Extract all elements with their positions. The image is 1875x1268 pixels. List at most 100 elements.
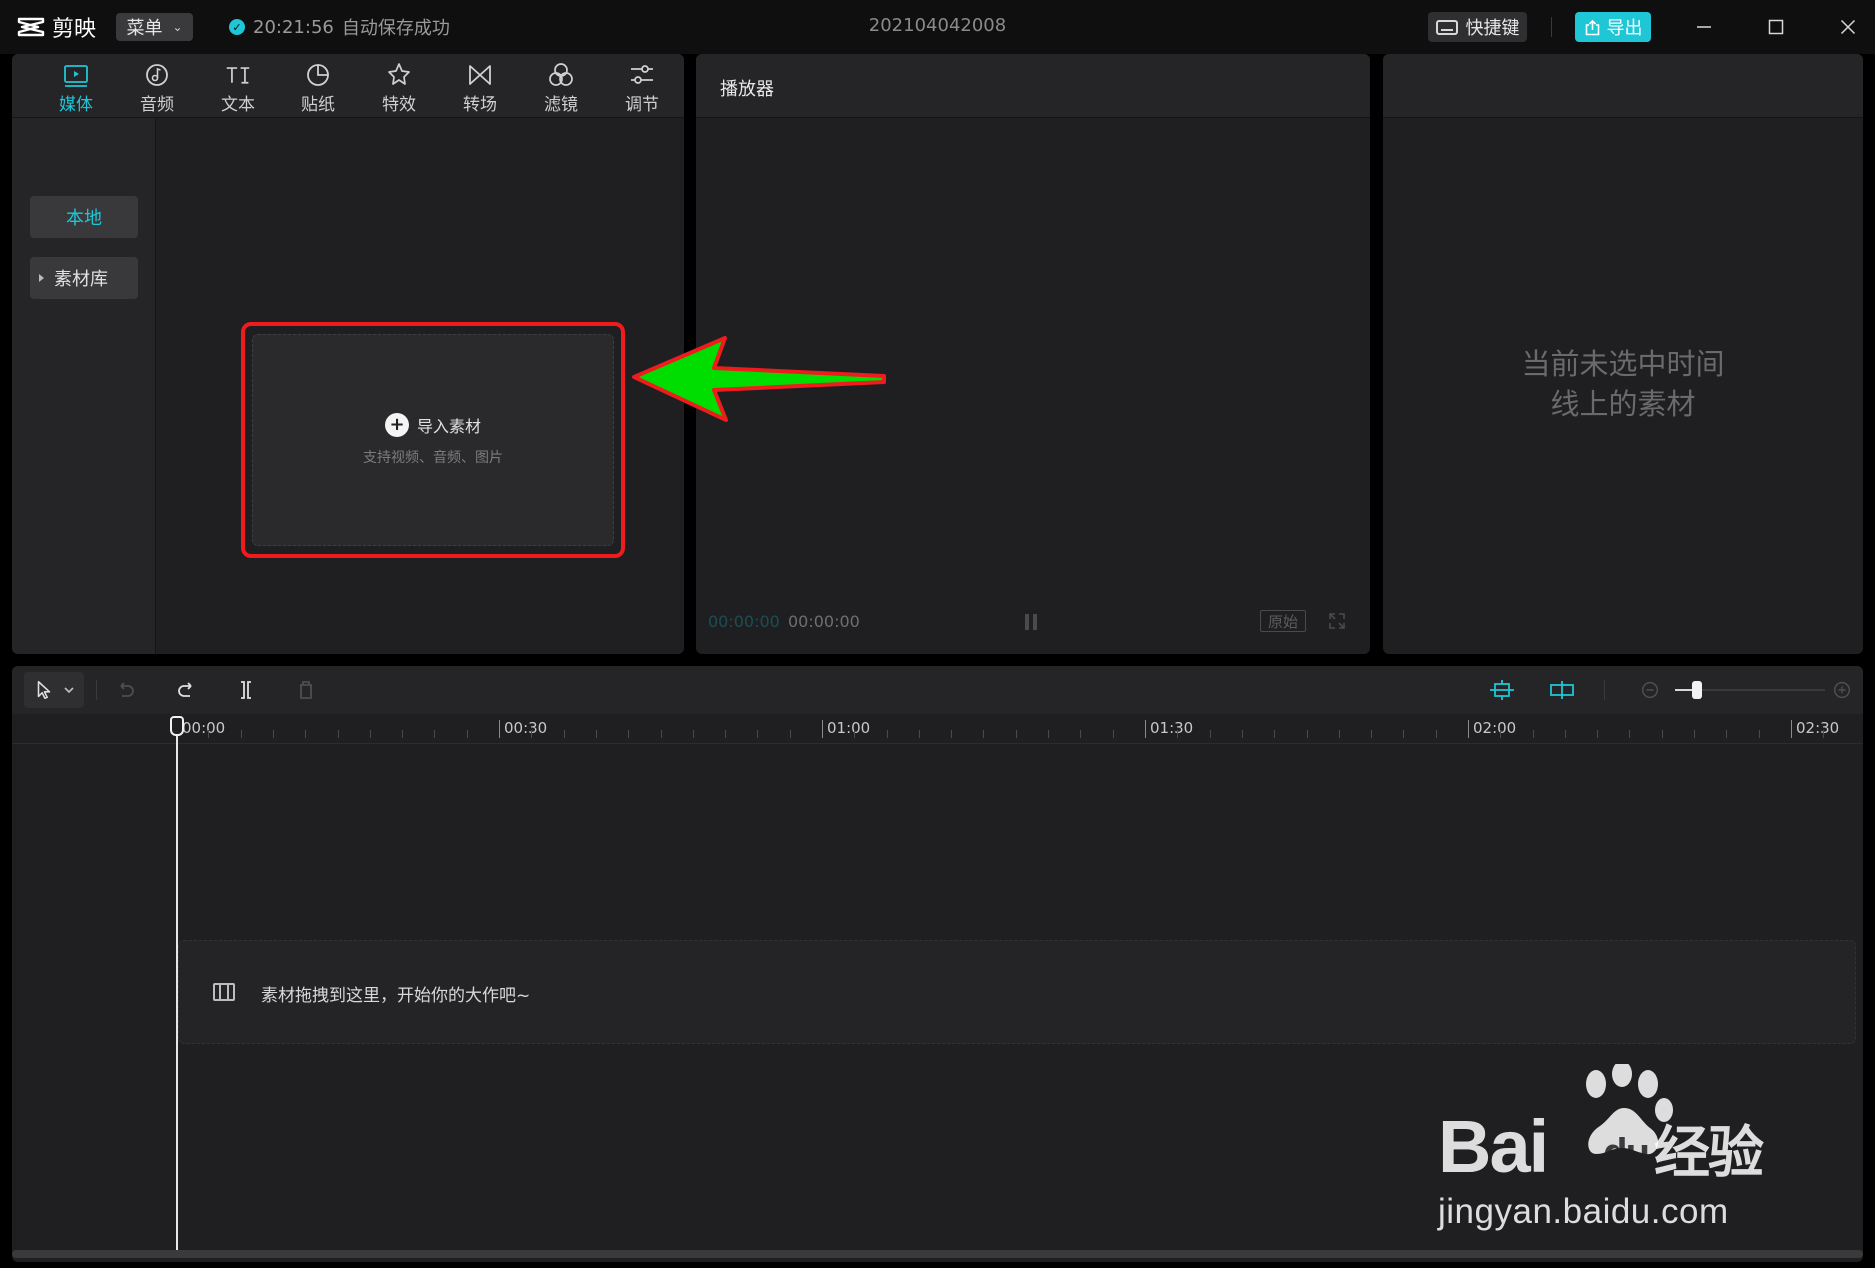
ruler-tick — [1371, 730, 1372, 738]
ruler-tick — [1533, 730, 1534, 738]
maximize-icon — [1768, 19, 1784, 35]
app-logo: 剪映 — [16, 12, 96, 42]
redo-icon — [178, 682, 192, 697]
playhead-handle[interactable] — [170, 716, 184, 736]
ruler-tick — [1145, 720, 1146, 738]
linkage-button[interactable] — [1548, 676, 1576, 704]
media-icon — [64, 65, 88, 87]
zoom-out-icon — [1641, 681, 1659, 699]
tab-transition[interactable]: 转场 — [450, 60, 510, 116]
split-icon — [241, 681, 251, 699]
zoom-slider-handle[interactable] — [1692, 681, 1702, 699]
pause-icon[interactable] — [1025, 614, 1039, 630]
zoom-in-icon — [1833, 681, 1851, 699]
tab-filter[interactable]: 滤镜 — [531, 60, 591, 116]
watermark-brand: Bai du 经验 — [1438, 1104, 1778, 1189]
ruler-tick — [1210, 730, 1211, 738]
ruler-tick — [983, 730, 984, 738]
tab-label: 贴纸 — [301, 95, 335, 115]
ruler-tick — [273, 730, 274, 738]
ruler-tick — [1177, 730, 1178, 738]
tab-label: 转场 — [463, 95, 497, 115]
tab-audio[interactable]: 音频 — [127, 60, 187, 116]
keyboard-icon — [1435, 19, 1458, 35]
tab-sticker[interactable]: 贴纸 — [288, 60, 348, 116]
menu-label: 菜单 — [126, 18, 163, 39]
ruler-tick — [1597, 730, 1598, 738]
trash-icon — [300, 681, 312, 699]
sidebar-item-library[interactable]: 素材库 — [30, 257, 138, 299]
zoom-out-button[interactable] — [1636, 676, 1664, 704]
transition-icon — [469, 65, 491, 85]
select-tool-button[interactable] — [24, 672, 84, 708]
ruler-label: 00:00 — [182, 719, 226, 737]
ruler-tick — [1694, 730, 1695, 738]
export-icon — [1585, 19, 1599, 35]
ruler-tick — [1468, 720, 1469, 738]
timeline-ruler[interactable]: 00:00 00:30 01:00 01:30 02:00 02:30 — [12, 714, 1863, 744]
ruler-tick — [1080, 730, 1081, 738]
drop-hint: 素材拖拽到这里，开始你的大作吧~ — [261, 986, 531, 1006]
tab-label: 调节 — [625, 95, 659, 115]
export-button[interactable]: 导出 — [1575, 12, 1651, 42]
ruler-tick — [628, 730, 629, 738]
split-button[interactable] — [232, 676, 260, 704]
title-bar: 剪映 菜单 ⌄ ✓ 20:21:56 自动保存成功 202104042008 快… — [0, 0, 1875, 54]
ruler-tick — [499, 720, 500, 738]
empty-line-1: 当前未选中时间 — [1521, 347, 1725, 381]
zoom-in-button[interactable] — [1828, 676, 1856, 704]
text-icon — [226, 67, 250, 84]
watermark-brand-suffix: du — [1603, 1131, 1650, 1175]
export-label: 导出 — [1606, 18, 1643, 39]
tab-adjust[interactable]: 调节 — [612, 60, 672, 116]
maximize-button[interactable] — [1758, 10, 1794, 44]
annotation-arrow — [632, 336, 886, 422]
ruler-tick — [531, 730, 532, 738]
tab-text[interactable]: 文本 — [208, 60, 268, 116]
fullscreen-icon[interactable] — [1328, 612, 1346, 630]
timeline-scrollbar[interactable] — [12, 1250, 1863, 1258]
properties-empty-message: 当前未选中时间 线上的素材 — [1383, 344, 1863, 424]
film-icon — [213, 983, 235, 1001]
ruler-tick — [951, 730, 952, 738]
tab-label: 滤镜 — [544, 95, 578, 115]
close-button[interactable] — [1830, 10, 1866, 44]
tab-effects[interactable]: 特效 — [369, 60, 429, 116]
tab-media[interactable]: 媒体 — [46, 60, 106, 116]
ruler-tick — [1565, 730, 1566, 738]
properties-header — [1383, 54, 1863, 118]
ruler-tick — [1403, 730, 1404, 738]
playhead[interactable] — [176, 722, 178, 1256]
effects-icon — [388, 63, 410, 85]
ruler-tick — [1307, 730, 1308, 738]
filter-icon — [549, 63, 573, 86]
aspect-ratio-button[interactable]: 原始 — [1260, 610, 1306, 632]
annotation-highlight-box — [241, 322, 625, 558]
ruler-tick — [241, 730, 242, 738]
total-time: 00:00:00 — [788, 612, 860, 631]
ruler-label: 02:00 — [1473, 719, 1517, 737]
ruler-tick — [854, 730, 855, 738]
ruler-tick — [1436, 730, 1437, 738]
properties-panel: 当前未选中时间 线上的素材 — [1383, 54, 1863, 654]
ruler-tick — [693, 730, 694, 738]
menu-button[interactable]: 菜单 ⌄ — [116, 13, 193, 41]
hotkey-button[interactable]: 快捷键 — [1428, 12, 1527, 42]
main-track-drop-zone[interactable]: 素材拖拽到这里，开始你的大作吧~ — [178, 940, 1856, 1044]
ruler-tick — [305, 730, 306, 738]
ruler-tick — [1726, 730, 1727, 738]
main-track-magnet-button[interactable] — [1488, 676, 1516, 704]
sidebar-item-local[interactable]: 本地 — [30, 196, 138, 238]
empty-line-2: 线上的素材 — [1550, 387, 1696, 421]
minimize-button[interactable] — [1686, 10, 1722, 44]
ruler-tick — [1662, 730, 1663, 738]
ruler-tick — [1629, 730, 1630, 738]
ruler-tick — [1242, 730, 1243, 738]
ruler-tick — [1113, 730, 1114, 738]
undo-button[interactable] — [112, 676, 140, 704]
ruler-tick — [661, 730, 662, 738]
delete-button[interactable] — [292, 676, 320, 704]
redo-button[interactable] — [172, 676, 200, 704]
ruler-label: 01:00 — [827, 719, 871, 737]
watermark-brand-text: Bai — [1438, 1105, 1549, 1188]
